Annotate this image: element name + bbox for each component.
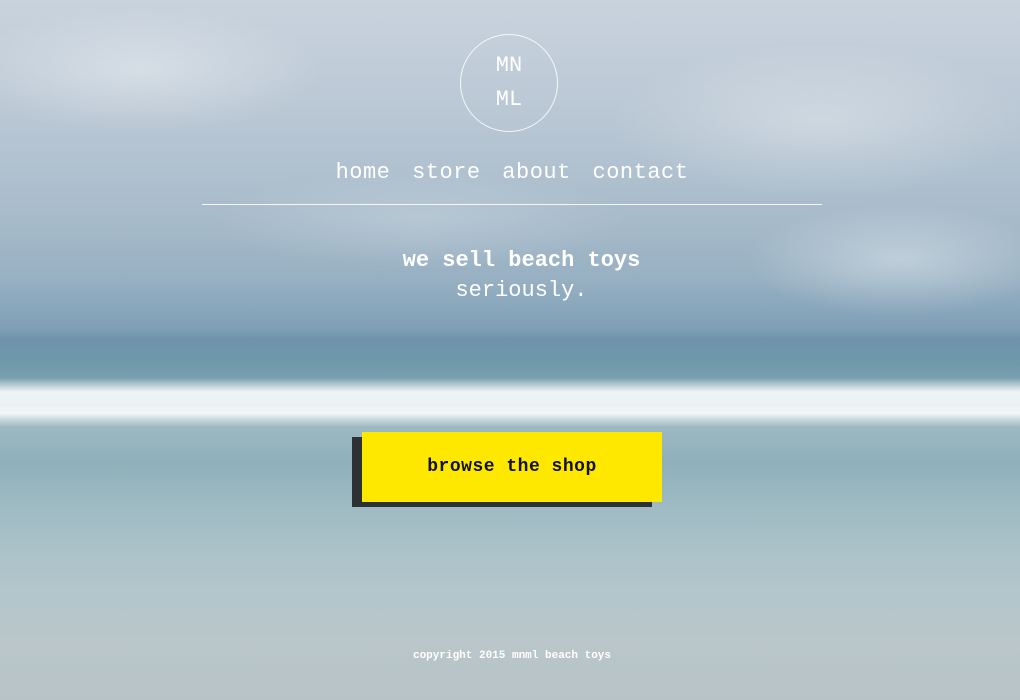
logo-line-1: MN <box>495 53 523 78</box>
nav-item-home[interactable]: home <box>336 160 391 185</box>
logo[interactable]: MN ML <box>460 34 558 132</box>
nav-item-store[interactable]: store <box>412 160 481 185</box>
browse-shop-button[interactable]: browse the shop <box>362 432 662 502</box>
logo-line-2: ML <box>495 87 523 112</box>
hero-subline: seriously. <box>455 278 588 303</box>
footer-copyright: copyright 2015 mnml beach toys <box>412 650 612 662</box>
nav-item-about[interactable]: about <box>502 160 571 185</box>
nav-item-contact[interactable]: contact <box>593 160 689 185</box>
wave-surf <box>0 378 1020 418</box>
hero-headline: we sell beach toys <box>402 248 641 273</box>
main-nav: home store about contact <box>202 160 822 185</box>
hero-tagline: we sell beach toys seriously. <box>0 246 1020 306</box>
nav-divider <box>202 204 822 205</box>
